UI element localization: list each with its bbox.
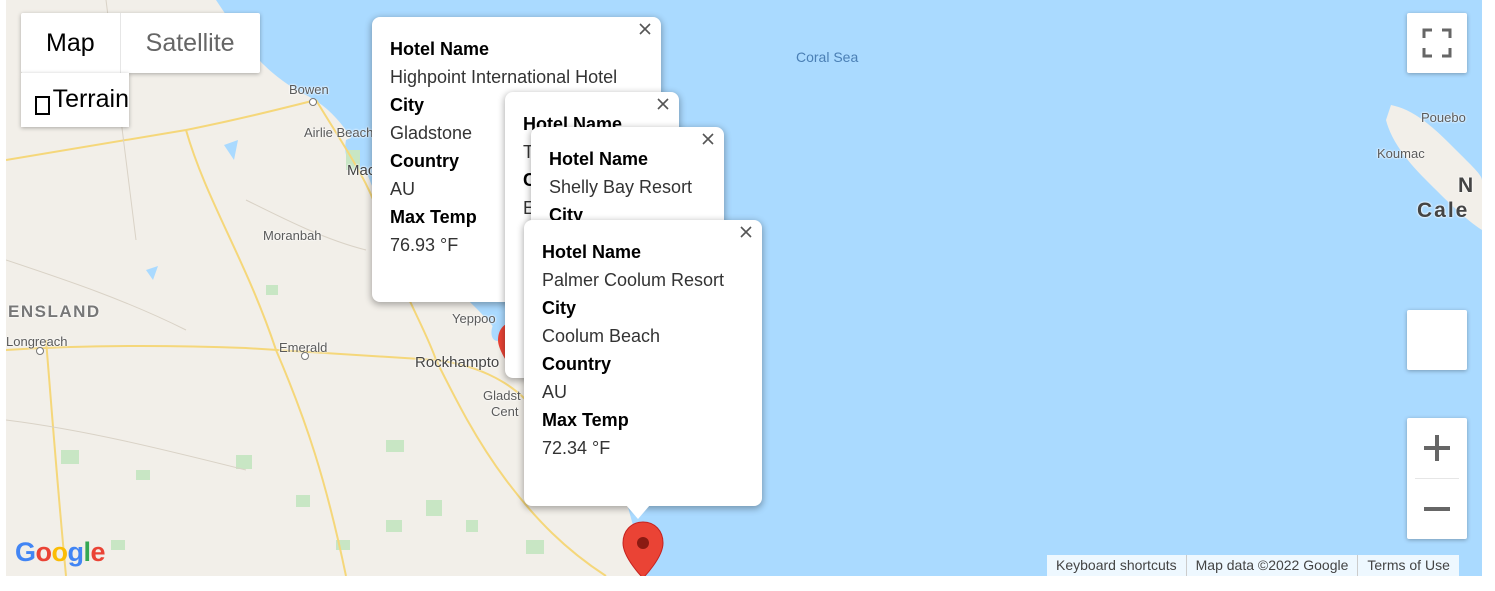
close-icon[interactable]	[738, 224, 754, 240]
terms-of-use-link[interactable]: Terms of Use	[1357, 555, 1458, 576]
map-type-satellite-button[interactable]: Satellite	[119, 13, 260, 73]
google-logo[interactable]: Google	[15, 537, 106, 568]
terrain-label: Terrain	[52, 84, 129, 113]
hotel-name-value: Palmer Coolum Resort	[542, 270, 725, 290]
label-airlie: Airlie Beach	[304, 125, 374, 140]
label-new-caledonia-2: Cale	[1417, 199, 1470, 222]
map-type-map-button[interactable]: Map	[21, 13, 120, 73]
label-koumac: Koumac	[1377, 146, 1425, 161]
info-window: Hotel Name Palmer Coolum Resort City Coo…	[524, 220, 762, 506]
keyboard-shortcuts-link[interactable]: Keyboard shortcuts	[1047, 555, 1186, 576]
label-moranbah: Moranbah	[263, 228, 322, 243]
close-icon[interactable]	[655, 96, 671, 112]
close-icon[interactable]	[700, 131, 716, 147]
city-dot	[309, 98, 317, 106]
city-dot	[301, 352, 309, 360]
label-gladstone: Gladst	[483, 388, 521, 403]
map-type-control: Map Satellite	[21, 13, 260, 73]
fullscreen-icon	[1422, 28, 1452, 58]
fullscreen-button[interactable]	[1407, 13, 1467, 73]
country-key: Country	[542, 354, 611, 374]
label-yeppoon: Yeppoo	[452, 311, 496, 326]
street-view-control[interactable]	[1407, 310, 1467, 370]
label-bowen: Bowen	[289, 82, 329, 97]
hotel-name-key: Hotel Name	[542, 242, 642, 262]
max-temp-value: 72.34 °F	[542, 438, 611, 458]
label-pouebo: Pouebo	[1421, 110, 1466, 125]
city-dot	[36, 347, 44, 355]
zoom-out-button[interactable]	[1407, 479, 1467, 539]
label-new-caledonia-1: N	[1458, 174, 1476, 197]
country-value: AU	[542, 382, 568, 402]
info-window-tail	[626, 505, 650, 519]
max-temp-key: Max Temp	[542, 410, 629, 430]
zoom-control	[1407, 418, 1467, 539]
hotel-name-key: Hotel Name	[390, 39, 490, 59]
label-rockhampton: Rockhampto	[415, 354, 500, 371]
label-queensland: ENSLAND	[8, 302, 101, 321]
minus-icon	[1424, 507, 1450, 511]
city-value: Coolum Beach	[542, 326, 661, 346]
label-central: Cent	[491, 404, 519, 419]
terrain-option[interactable]: Terrain	[21, 73, 129, 127]
label-coral-sea: Coral Sea	[796, 49, 859, 65]
zoom-in-button[interactable]	[1407, 418, 1467, 478]
plus-icon	[1424, 435, 1450, 461]
hotel-name-value: Highpoint International Hotel	[390, 67, 618, 87]
hotel-name-value: Shelly Bay Resort	[549, 177, 693, 197]
map-data-text: Map data ©2022 Google	[1185, 555, 1358, 576]
map-marker-icon[interactable]	[621, 520, 665, 576]
hotel-name-key: Hotel Name	[549, 149, 649, 169]
close-icon[interactable]	[637, 21, 653, 37]
terrain-checkbox[interactable]	[35, 95, 50, 115]
attribution-bar: Keyboard shortcuts Map data ©2022 Google…	[1047, 555, 1459, 576]
city-key: City	[542, 298, 577, 318]
